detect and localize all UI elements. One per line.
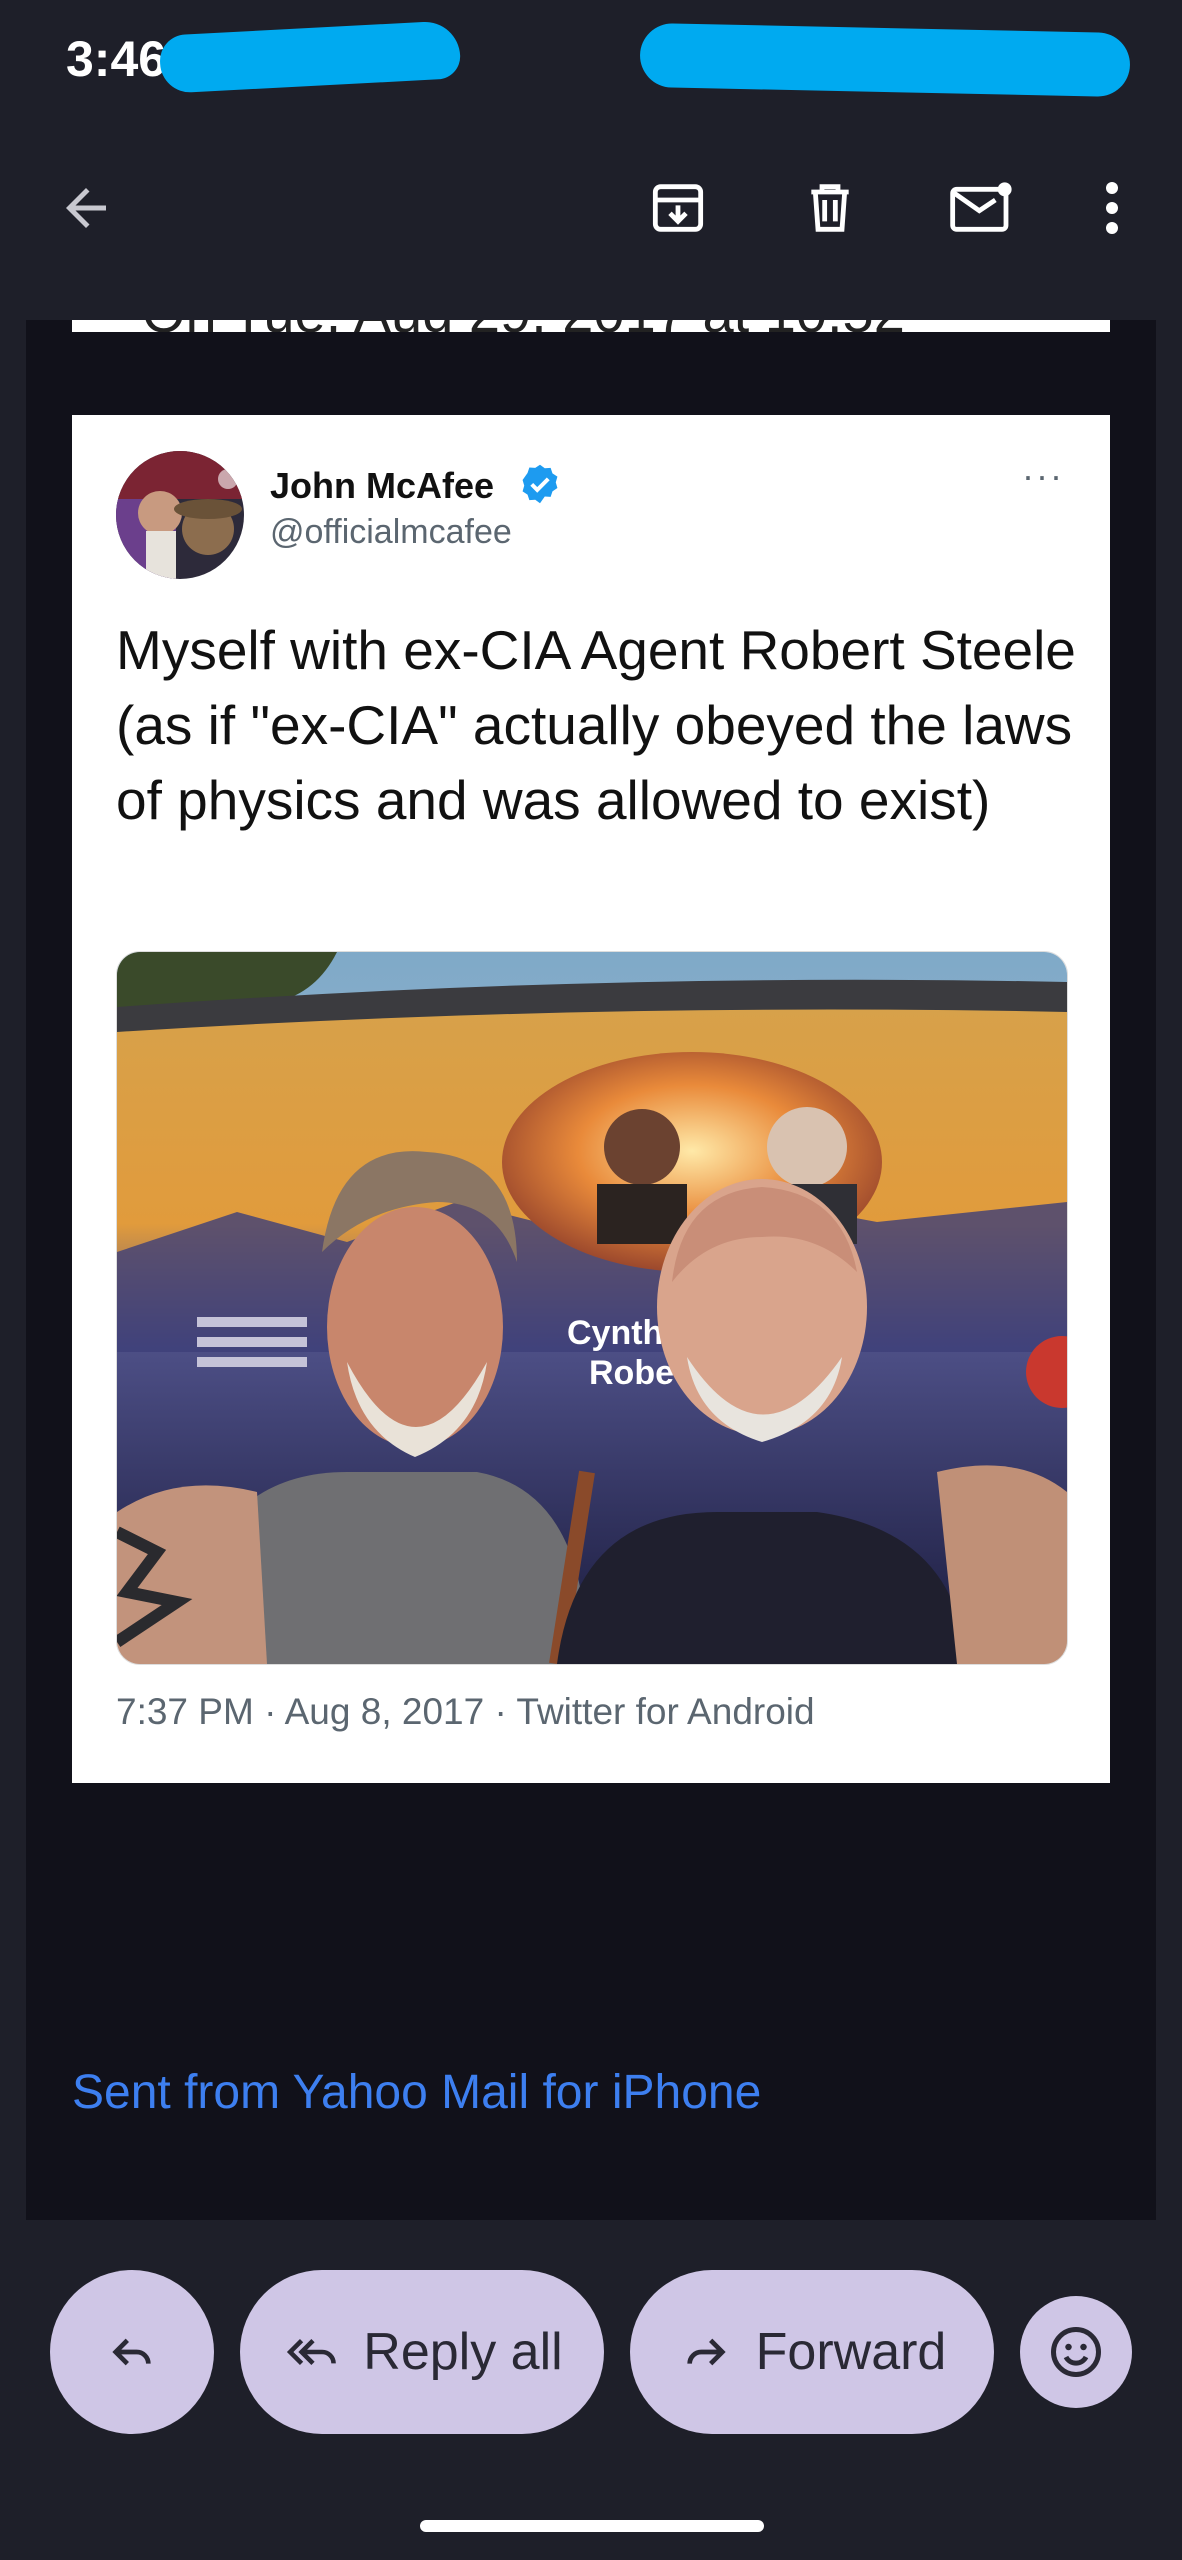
reply-all-button[interactable]: Reply all <box>240 2270 604 2434</box>
redaction-mark <box>158 20 462 94</box>
tweet-author-handle: @officialmcafee <box>270 513 512 551</box>
verified-badge-icon <box>522 464 558 504</box>
reply-all-label: Reply all <box>363 2323 563 2381</box>
status-time: 3:46 <box>66 31 167 87</box>
tweet-photo[interactable]: Cynthi ney Robe le <box>116 951 1068 1665</box>
reply-button[interactable] <box>50 2270 214 2434</box>
emoji-icon <box>1051 2327 1101 2377</box>
archive-icon <box>652 184 704 232</box>
avatar <box>116 451 244 579</box>
tweet-text: Myself with ex-CIA Agent Robert Steele (… <box>116 619 1076 831</box>
quoted-header-text: On Tue, Aug 29, 2017 at 10:52 <box>142 320 905 332</box>
tweet-meta: 7:37 PM · Aug 8, 2017 · Twitter for Andr… <box>116 1691 815 1732</box>
back-button[interactable] <box>48 170 124 246</box>
status-bar: 3:46 <box>0 0 1182 120</box>
reply-icon <box>112 2338 151 2366</box>
home-indicator[interactable] <box>420 2520 764 2532</box>
tweet-author-name: John McAfee <box>270 465 495 506</box>
forward-button[interactable]: Forward <box>630 2270 994 2434</box>
more-options-button[interactable] <box>1074 170 1150 246</box>
forward-icon <box>686 2338 726 2366</box>
bottom-action-bar: Reply all Forward <box>0 2220 1182 2560</box>
emoji-reaction-button[interactable] <box>1020 2296 1132 2408</box>
redaction-mark <box>639 22 1131 98</box>
archive-button[interactable] <box>640 170 716 246</box>
mark-unread-button[interactable] <box>944 170 1020 246</box>
signature-link[interactable]: Sent from Yahoo Mail for iPhone <box>72 2065 761 2120</box>
email-body: On Tue, Aug 29, 2017 at 10:52 John McAfe… <box>26 320 1156 2220</box>
mark-unread-icon <box>950 182 1012 232</box>
trash-icon <box>811 184 849 232</box>
tweet-more-button[interactable]: ··· <box>1022 455 1064 497</box>
delete-button[interactable] <box>792 170 868 246</box>
quoted-header-strip: On Tue, Aug 29, 2017 at 10:52 <box>72 320 1110 332</box>
embedded-tweet[interactable]: John McAfee @officialmcafee ··· Myself w… <box>72 415 1110 1783</box>
forward-label: Forward <box>755 2323 947 2381</box>
reply-all-icon <box>287 2338 337 2366</box>
arrow-left-icon <box>66 188 106 228</box>
more-vert-icon <box>1106 182 1118 234</box>
